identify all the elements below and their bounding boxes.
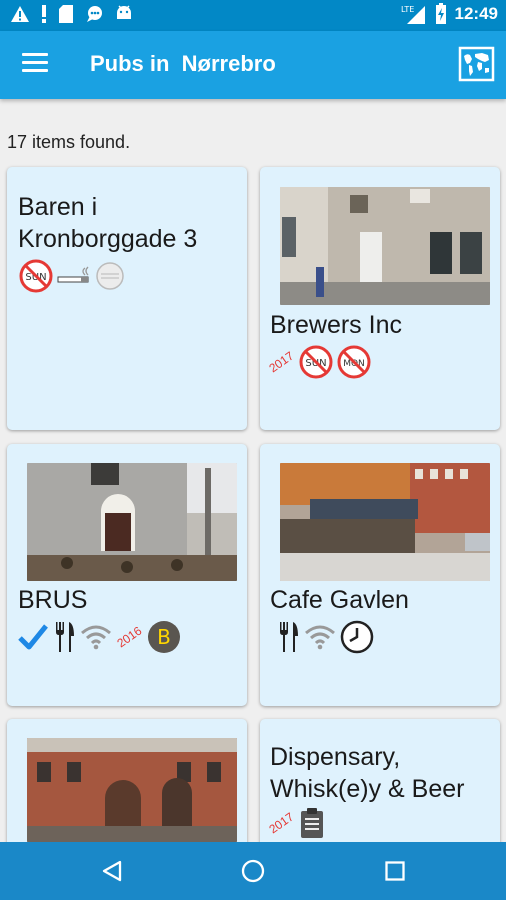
android-icon bbox=[117, 5, 131, 19]
clock-time: 12:49 bbox=[454, 4, 498, 23]
pub-card[interactable]: Baren i Kronborggade 3 SUN bbox=[7, 167, 247, 430]
pub-card[interactable]: BRUS 2016 B bbox=[7, 444, 247, 706]
svg-text:B: B bbox=[157, 625, 171, 649]
sdcard-icon bbox=[59, 5, 73, 23]
pub-photo bbox=[280, 187, 490, 305]
recents-icon[interactable] bbox=[385, 861, 405, 881]
no-sunday-icon: SUN bbox=[299, 345, 333, 379]
cutlery-icon bbox=[56, 622, 74, 652]
back-icon[interactable] bbox=[100, 859, 124, 883]
pub-name: Brewers Inc bbox=[270, 311, 402, 339]
b-badge-icon: B bbox=[147, 621, 180, 653]
check-icon bbox=[18, 624, 48, 650]
year-badge: 2017 bbox=[266, 809, 297, 837]
smoking-icon bbox=[57, 266, 89, 283]
wifi-icon bbox=[81, 625, 111, 650]
pub-photo bbox=[27, 463, 237, 581]
world-map-icon[interactable] bbox=[458, 46, 495, 82]
pub-icons: 2017 SUN MON bbox=[266, 345, 371, 379]
pub-name: Baren i Kronborggade 3 bbox=[18, 193, 198, 253]
pub-card[interactable]: Cafe Gavlen bbox=[260, 444, 500, 706]
pub-photo bbox=[27, 738, 237, 842]
chat-icon bbox=[87, 6, 102, 22]
pub-photo bbox=[280, 463, 490, 581]
coin-icon bbox=[96, 262, 124, 290]
pub-icons: SUN bbox=[19, 259, 125, 293]
home-icon[interactable] bbox=[241, 859, 265, 883]
pub-icons: 2016 B bbox=[18, 620, 181, 654]
year-badge: 2016 bbox=[114, 623, 145, 651]
cutlery-icon bbox=[280, 622, 298, 652]
clock-icon bbox=[340, 620, 374, 654]
pub-name: BRUS bbox=[18, 586, 88, 614]
no-monday-icon: MON bbox=[337, 345, 371, 379]
results-count: 17 items found. bbox=[7, 132, 131, 152]
signal-icon: LTE bbox=[401, 5, 425, 24]
year-badge: 2017 bbox=[266, 348, 297, 376]
no-sunday-icon: SUN bbox=[19, 259, 53, 293]
svg-text:LTE: LTE bbox=[401, 5, 414, 14]
alert-icon bbox=[42, 5, 46, 23]
warning-icon bbox=[11, 6, 29, 22]
hamburger-icon[interactable] bbox=[22, 53, 48, 75]
app-bar: Pubs in Nørrebro bbox=[0, 31, 506, 99]
pub-name: Cafe Gavlen bbox=[270, 586, 409, 614]
navigation-bar bbox=[0, 842, 506, 900]
pub-icons bbox=[276, 620, 374, 654]
battery-icon bbox=[435, 3, 446, 24]
pub-card[interactable]: Brewers Inc 2017 SUN MON bbox=[260, 167, 500, 430]
clipboard-icon bbox=[300, 808, 323, 838]
pub-name: Dispensary, Whisk(e)y & Beer bbox=[270, 743, 465, 803]
status-bar: LTE 12:49 bbox=[0, 0, 506, 31]
wifi-icon bbox=[305, 625, 335, 650]
page-title: Pubs in Nørrebro bbox=[90, 51, 276, 76]
pub-icons: 2017 bbox=[266, 807, 325, 839]
